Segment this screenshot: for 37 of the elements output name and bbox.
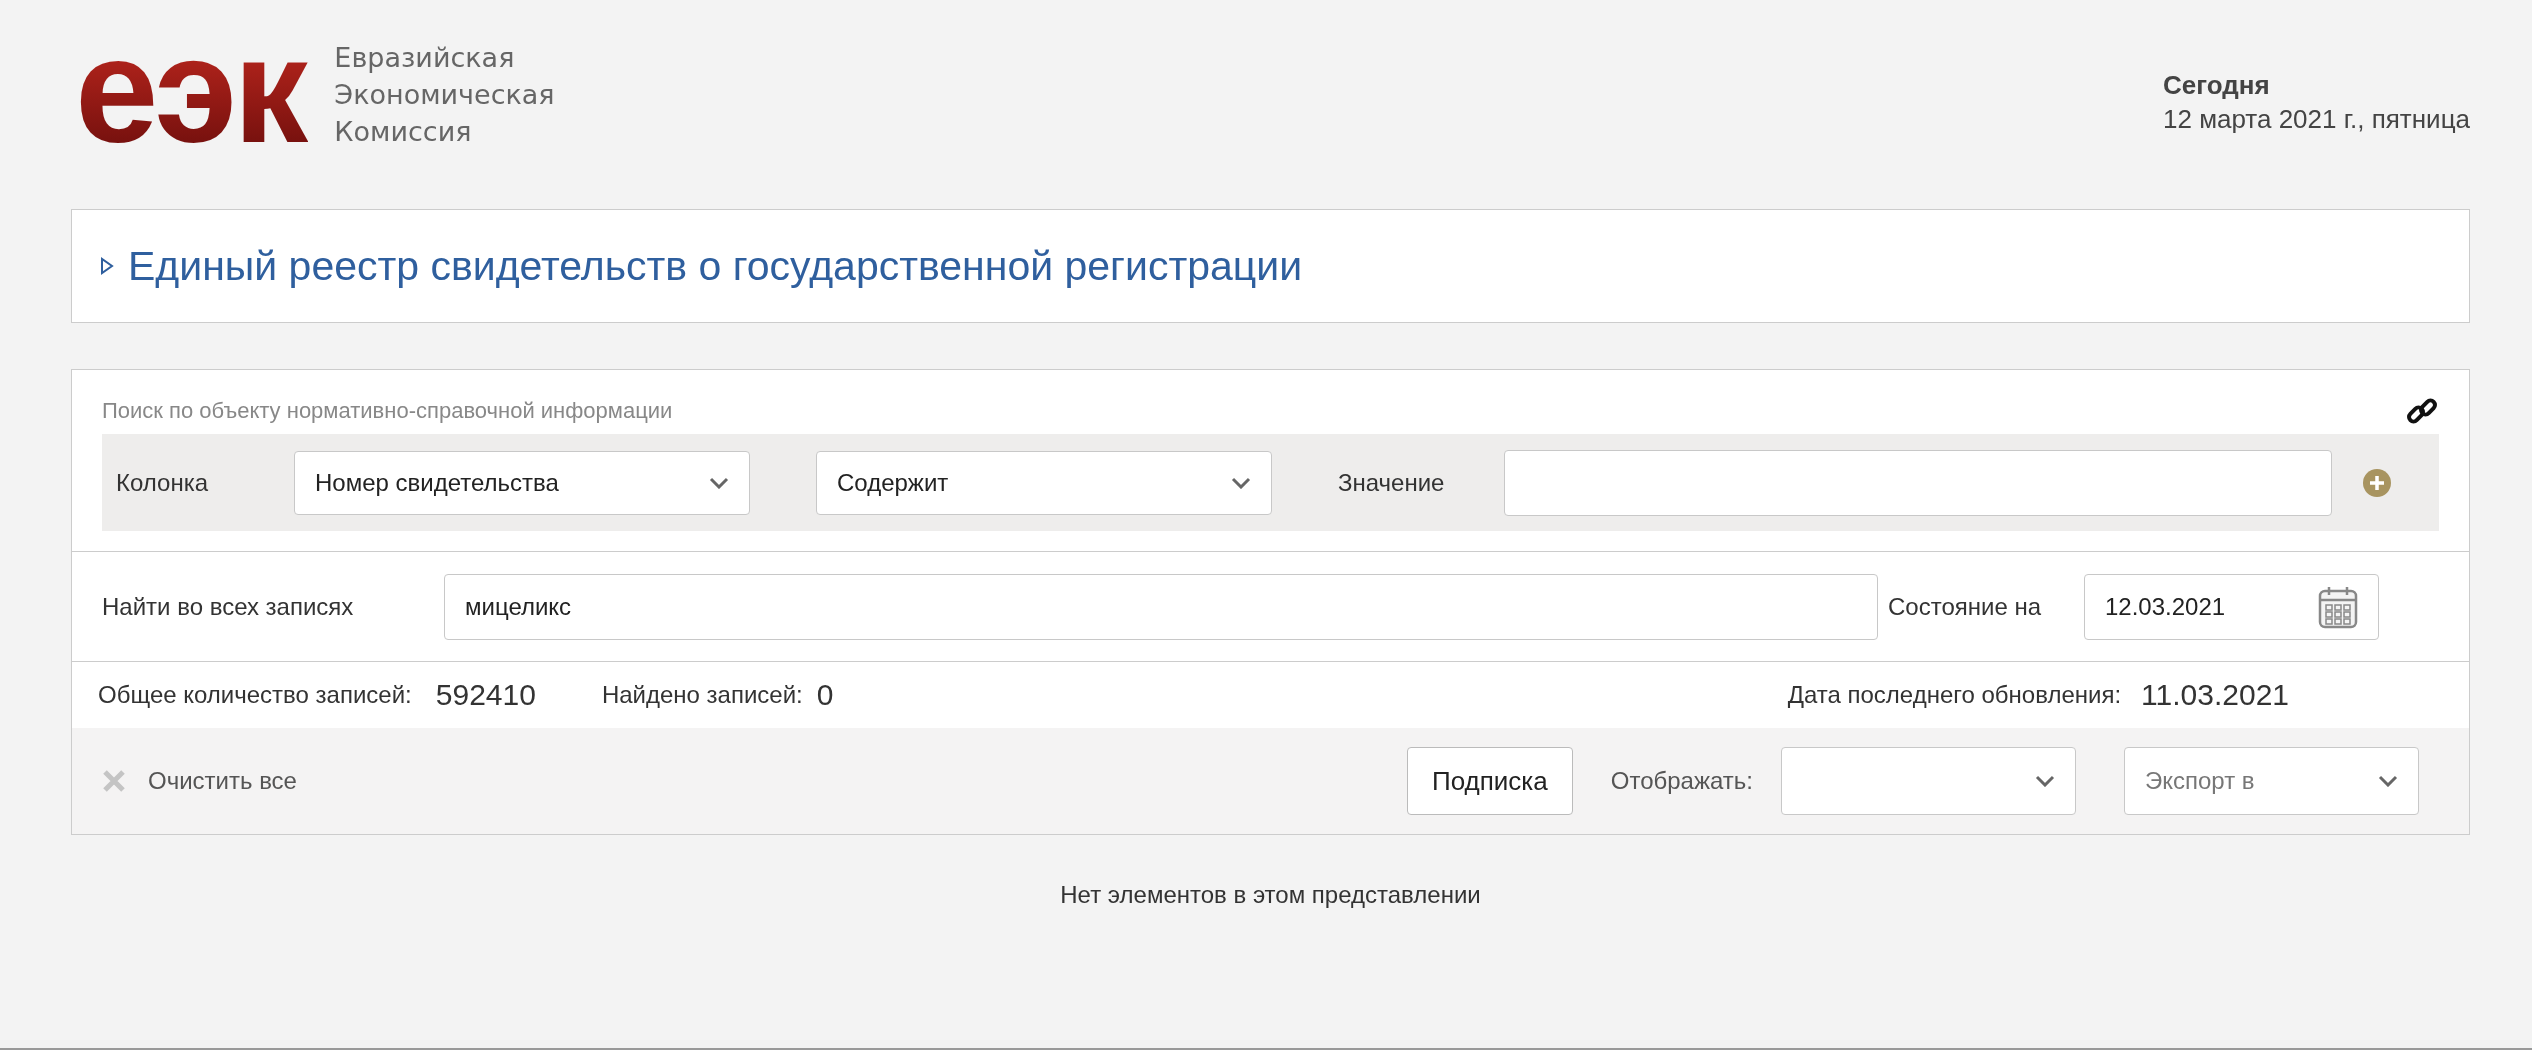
chevron-down-icon: [2378, 775, 2398, 787]
clear-all-link[interactable]: Очистить все: [148, 767, 297, 795]
subscribe-button[interactable]: Подписка: [1407, 747, 1573, 815]
total-value: 592410: [435, 678, 536, 712]
chevron-down-icon: [2035, 775, 2055, 787]
updated-value: 11.03.2021: [2141, 678, 2289, 712]
display-select[interactable]: [1781, 747, 2076, 815]
condition-select[interactable]: Содержит: [816, 450, 1272, 515]
logo-text: Евразийская: [334, 40, 516, 75]
column-label: Колонка: [116, 468, 210, 497]
close-icon[interactable]: [102, 769, 126, 793]
find-all-field[interactable]: мицеликс: [444, 573, 1878, 640]
found-value: 0: [816, 678, 834, 712]
registry-title-bar[interactable]: Единый реестр свидетельств о государственной регистрации: [71, 209, 2470, 323]
export-select[interactable]: Экспорт в: [2124, 747, 2419, 815]
find-all-label: Найти во всех записях: [102, 592, 355, 621]
updated-label: Дата последнего обновления:: [1787, 681, 2122, 709]
caret-right-icon: [100, 257, 114, 275]
today-date: 12 марта 2021 г., пятница: [2163, 103, 2470, 136]
empty-message: Нет элементов в этом представлении: [1059, 881, 1482, 909]
display-label: Отображать:: [1610, 767, 1753, 795]
chevron-down-icon: [1231, 476, 1251, 489]
registry-title: Единый реестр свидетельств о государственной регистрации: [128, 242, 1303, 290]
value-field[interactable]: [1504, 449, 2333, 516]
logo-text: Экономическая: [334, 77, 555, 112]
date-field[interactable]: 12.03.2021: [2084, 573, 2379, 640]
chevron-down-icon: [709, 476, 729, 489]
add-icon[interactable]: [2362, 467, 2393, 498]
value-label: Значение: [1338, 468, 1445, 497]
calendar-icon[interactable]: [2318, 584, 2358, 629]
today-label: Сегодня: [2163, 69, 2271, 102]
logo-text: Комиссия: [334, 114, 473, 149]
search-caption: Поиск по объекту нормативно-справочной информации: [102, 398, 673, 424]
column-select[interactable]: Номер свидетельства: [294, 450, 750, 515]
found-label: Найдено записей:: [601, 681, 803, 709]
total-label: Общее количество записей:: [98, 681, 412, 709]
state-on-label: Состояние на: [1888, 592, 2043, 621]
